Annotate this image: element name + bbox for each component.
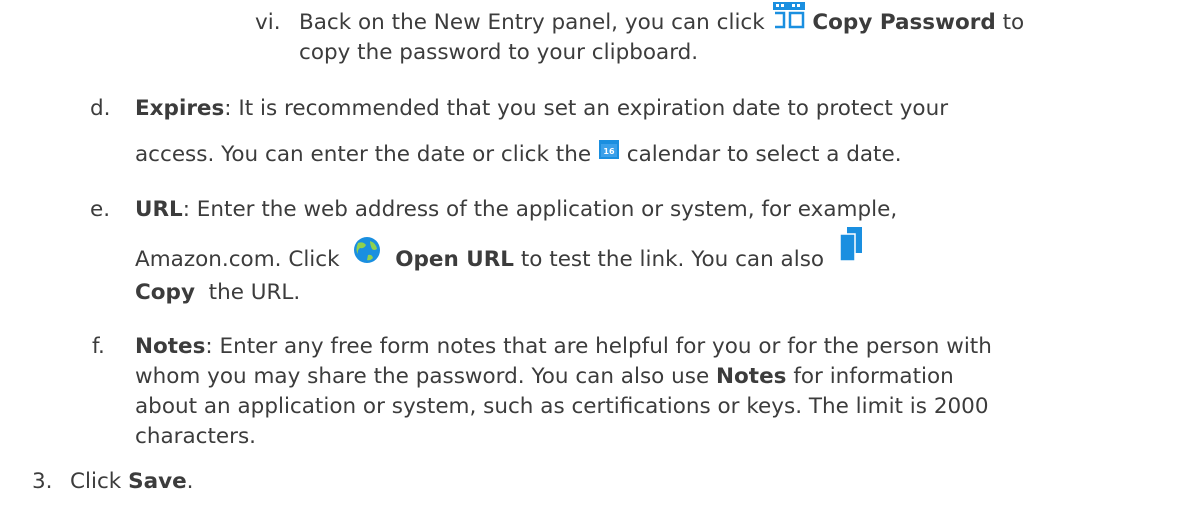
svg-text:16: 16: [603, 147, 615, 156]
list-marker: d.: [90, 96, 111, 121]
list-marker: f.: [92, 334, 105, 359]
copy-password-icon: [772, 1, 806, 29]
list-marker: vi.: [255, 10, 281, 35]
globe-icon: [350, 235, 384, 265]
copy-icon: [839, 226, 863, 262]
list-marker: e.: [90, 197, 111, 222]
calendar-icon: 16: [598, 138, 620, 160]
list-marker: 3.: [32, 469, 53, 494]
